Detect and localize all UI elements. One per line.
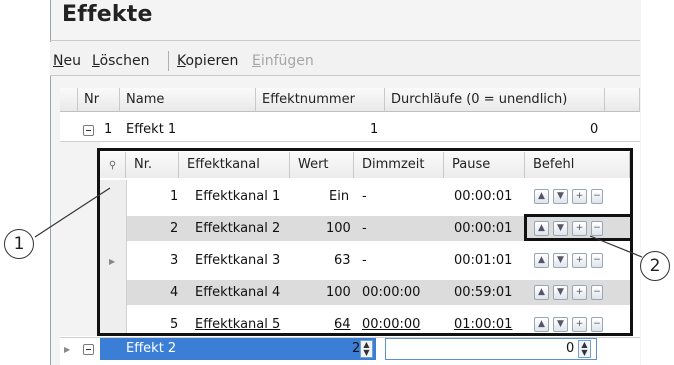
callout-1: 1: [4, 229, 34, 259]
callout-2: 2: [640, 251, 670, 281]
callout-leader-lines: [34, 187, 643, 258]
